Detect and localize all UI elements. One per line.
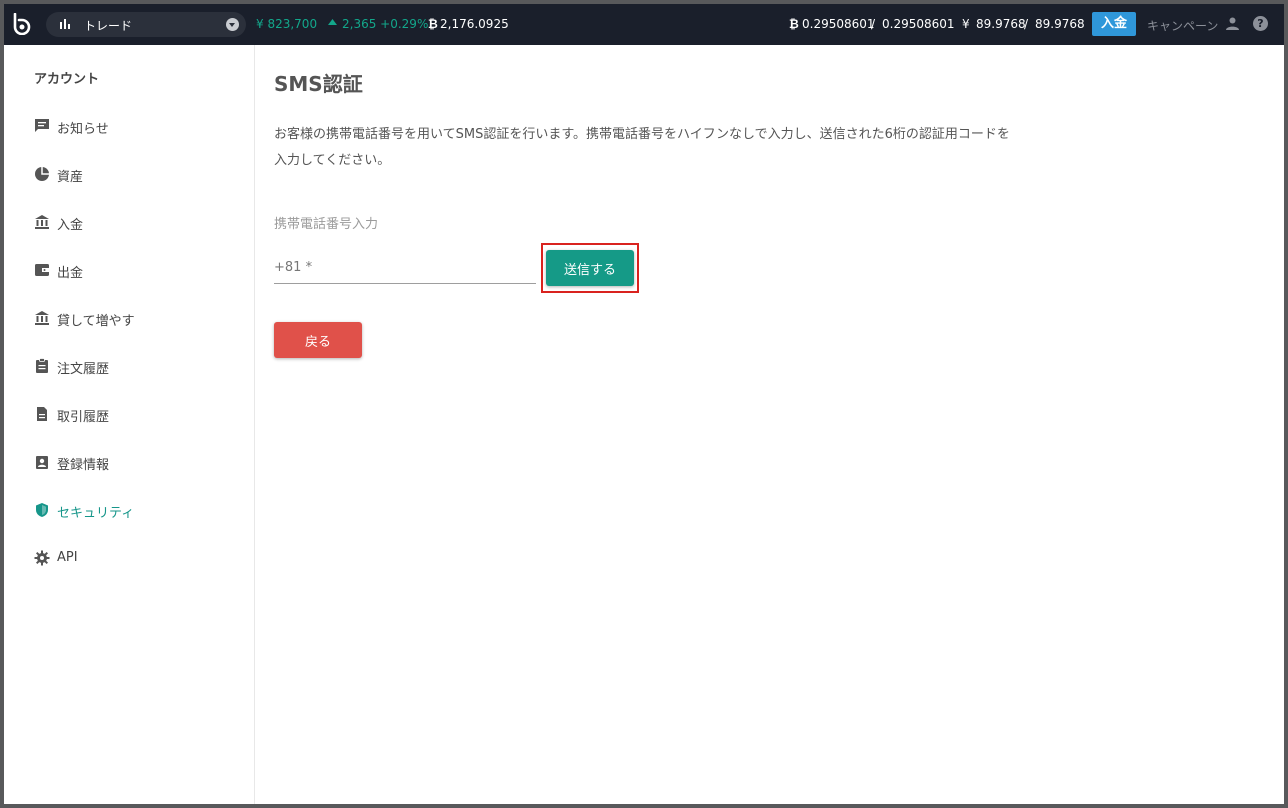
sidebar-item-profile[interactable]: 登録情報: [34, 451, 244, 475]
phone-field-label: 携帯電話番号入力: [274, 217, 379, 232]
shield-icon: [36, 503, 48, 517]
bar-chart-icon: [60, 19, 70, 29]
sidebar-item-notices[interactable]: お知らせ: [34, 115, 244, 139]
sidebar-item-label: API: [57, 550, 78, 565]
sidebar-item-label: 入金: [57, 218, 84, 233]
campaign-link[interactable]: キャンペーン: [1147, 17, 1218, 34]
btc-balance: 0.29508601: [802, 17, 875, 31]
bitbank-logo[interactable]: [12, 13, 32, 35]
chevron-down-icon: [226, 18, 239, 31]
top-bar: トレード ¥ 823,700 2,365 +0.29% ₿ 2,176.0925…: [4, 4, 1284, 45]
jpy-price: ¥ 823,700: [256, 17, 318, 31]
sidebar-item-withdraw[interactable]: 出金: [34, 259, 244, 283]
sidebar-item-order-history[interactable]: 注文履歴: [34, 355, 244, 379]
contact-icon: [36, 456, 48, 469]
sidebar-item-security[interactable]: セキュリティ: [34, 499, 244, 523]
sidebar-item-deposit[interactable]: 入金: [34, 211, 244, 235]
sidebar-item-label: 貸して増やす: [57, 314, 135, 329]
app-window: トレード ¥ 823,700 2,365 +0.29% ₿ 2,176.0925…: [4, 4, 1284, 804]
back-button[interactable]: 戻る: [274, 322, 362, 358]
slash-separator: /: [1024, 17, 1029, 31]
sidebar-item-label: セキュリティ: [57, 506, 135, 521]
main-content: SMS認証 お客様の携帯電話番号を用いてSMS認証を行います。携帯電話番号をハイ…: [256, 45, 1284, 804]
price-change: 2,365 +0.29%: [342, 17, 429, 31]
bank-icon: [35, 215, 49, 229]
message-icon: [35, 119, 49, 132]
page-title: SMS認証: [274, 72, 363, 96]
sidebar-item-label: お知らせ: [57, 122, 109, 137]
clipboard-icon: [36, 358, 48, 373]
sidebar: アカウント お知らせ 資産 入金 出金 貸して増やす 注文履歴 取引履歴 登録情…: [4, 45, 255, 804]
jpy-balance: 89.9768: [976, 17, 1026, 31]
phone-number-input[interactable]: [274, 252, 536, 284]
sidebar-item-label: 取引履歴: [57, 410, 110, 425]
sidebar-item-api[interactable]: API: [34, 547, 244, 571]
triangle-up-icon: [328, 19, 337, 25]
help-icon[interactable]: ?: [1253, 16, 1268, 31]
sidebar-item-label: 登録情報: [57, 458, 110, 473]
sidebar-item-lending[interactable]: 貸して増やす: [34, 307, 244, 331]
sidebar-item-trade-history[interactable]: 取引履歴: [34, 403, 244, 427]
btc-balance-total: 0.29508601: [882, 17, 955, 31]
sidebar-title: アカウント: [34, 72, 100, 87]
sidebar-item-label: 資産: [57, 170, 84, 185]
trade-dropdown[interactable]: トレード: [46, 12, 246, 37]
btc-icon: ₿: [789, 17, 799, 31]
jpy-balance-total: 89.9768: [1035, 17, 1085, 31]
sidebar-item-assets[interactable]: 資産: [34, 163, 244, 187]
sms-description: お客様の携帯電話番号を用いてSMS認証を行います。携帯電話番号をハイフンなしで入…: [274, 127, 1010, 168]
user-icon[interactable]: [1226, 17, 1239, 30]
btc-icon: ₿: [428, 17, 438, 31]
pie-chart-icon: [35, 167, 49, 181]
wallet-icon: [35, 264, 49, 276]
sidebar-item-label: 出金: [57, 266, 84, 281]
bank-icon: [35, 311, 49, 325]
slash-separator: /: [871, 17, 876, 31]
btc-value: 2,176.0925: [440, 17, 509, 31]
yen-icon: ¥: [962, 17, 970, 31]
gear-icon: [34, 550, 50, 566]
document-icon: [37, 407, 47, 421]
deposit-button[interactable]: 入金: [1092, 12, 1136, 36]
send-button[interactable]: 送信する: [546, 250, 634, 286]
sidebar-item-label: 注文履歴: [57, 362, 110, 377]
trade-label: トレード: [84, 19, 133, 33]
